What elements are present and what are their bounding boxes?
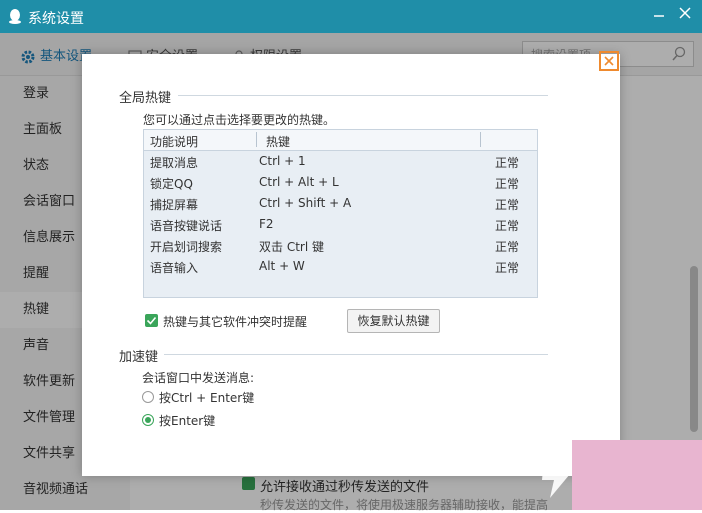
table-row[interactable]: 锁定QQ Ctrl + Alt + L 正常 [144,172,537,193]
conflict-warning-label: 热键与其它软件冲突时提醒 [163,315,308,329]
column-separator [256,132,257,147]
hotkey-status: 正常 [495,240,520,254]
minimize-icon[interactable] [652,6,666,20]
table-row[interactable]: 开启划词搜索 双击 Ctrl 键 正常 [144,235,537,256]
column-header-hotkey: 热键 [266,135,291,149]
accel-keys-title: 加速键 [119,350,159,365]
hotkey-function: 锁定QQ [150,177,193,191]
hotkey-key: Ctrl + Shift + A [259,196,352,210]
hotkey-key: Ctrl + 1 [259,154,306,168]
table-row[interactable]: 语音输入 Alt + W 正常 [144,256,537,277]
title-bar: 系统设置 [0,0,702,33]
radio-ctrl-enter[interactable] [142,391,154,403]
window-title: 系统设置 [28,11,84,27]
hotkey-status: 正常 [495,198,520,212]
column-separator [480,132,481,147]
hotkey-function: 语音按键说话 [150,219,223,233]
column-header-function: 功能说明 [150,135,199,149]
dialog-close-button[interactable] [599,51,619,71]
table-row[interactable]: 语音按键说话 F2 正常 [144,214,537,235]
send-message-label: 会话窗口中发送消息: [142,371,255,385]
table-row[interactable]: 提取消息 Ctrl + 1 正常 [144,151,537,172]
hotkey-key: F2 [259,217,274,231]
hotkey-key: Ctrl + Alt + L [259,175,339,189]
close-icon [604,56,614,66]
hotkey-status: 正常 [495,177,520,191]
hotkey-table: 功能说明 热键 提取消息 Ctrl + 1 正常 锁定QQ Ctrl + Alt… [143,129,538,298]
table-header: 功能说明 热键 [144,130,537,151]
hotkey-status: 正常 [495,261,520,275]
section-divider [164,354,548,355]
hotkey-function: 捕捉屏幕 [150,198,199,212]
hotkey-status: 正常 [495,156,520,170]
hotkey-hint: 您可以通过点击选择要更改的热键。 [143,113,336,127]
qq-penguin-icon [9,9,21,24]
watermark-logo [572,440,702,510]
radio-enter-label: 按Enter键 [159,414,216,428]
global-hotkeys-title: 全局热键 [119,91,172,106]
checkmark-icon [146,316,157,325]
radio-enter[interactable] [142,414,154,426]
table-row[interactable]: 捕捉屏幕 Ctrl + Shift + A 正常 [144,193,537,214]
section-divider [178,95,548,96]
conflict-warning-checkbox[interactable] [145,314,158,327]
hotkey-function: 开启划词搜索 [150,240,223,254]
hotkey-function: 提取消息 [150,156,199,170]
hotkey-key: 双击 Ctrl 键 [259,240,324,254]
radio-ctrl-enter-label: 按Ctrl + Enter键 [159,391,255,405]
restore-default-hotkeys-button[interactable]: 恢复默认热键 [347,309,440,333]
hotkey-function: 语音输入 [150,261,199,275]
watermark-mark-icon [542,458,570,498]
close-icon[interactable] [678,6,692,20]
hotkey-status: 正常 [495,219,520,233]
hotkey-key: Alt + W [259,259,305,273]
